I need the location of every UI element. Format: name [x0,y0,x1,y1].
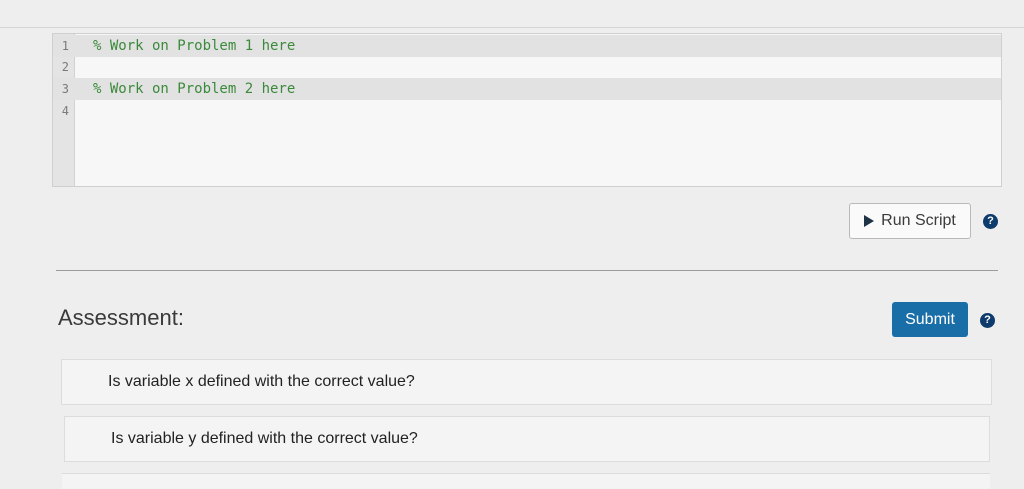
code-line-4[interactable]: 4 [53,100,1001,122]
code-editor[interactable]: 1 % Work on Problem 1 here 2 3 % Work on… [52,33,1002,187]
play-icon [864,215,875,227]
assessment-item-partial [62,473,990,489]
section-divider [56,270,998,271]
top-separator [0,27,1024,28]
assessment-item-text: Is variable y defined with the correct v… [111,430,418,447]
assessment-item: Is variable y defined with the correct v… [64,416,990,462]
line-number: 4 [61,104,69,118]
code-line-1[interactable]: 1 % Work on Problem 1 here [53,35,1001,57]
line-number: 2 [61,60,69,74]
code-text[interactable]: % Work on Problem 1 here [93,35,295,57]
code-text[interactable]: % Work on Problem 2 here [93,78,295,100]
line-number: 1 [61,39,69,53]
code-line-2[interactable]: 2 [53,56,1001,78]
assessment-item: Is variable x defined with the correct v… [61,359,992,405]
help-icon[interactable]: ? [980,313,995,328]
assessment-item-text: Is variable x defined with the correct v… [108,373,415,390]
submit-button[interactable]: Submit [892,302,968,337]
code-line-3[interactable]: 3 % Work on Problem 2 here [53,78,1001,100]
run-script-button[interactable]: Run Script [849,203,971,239]
help-icon[interactable]: ? [983,214,998,229]
assessment-title: Assessment: [58,305,184,330]
line-number: 3 [61,82,69,96]
run-script-label: Run Script [881,212,956,229]
